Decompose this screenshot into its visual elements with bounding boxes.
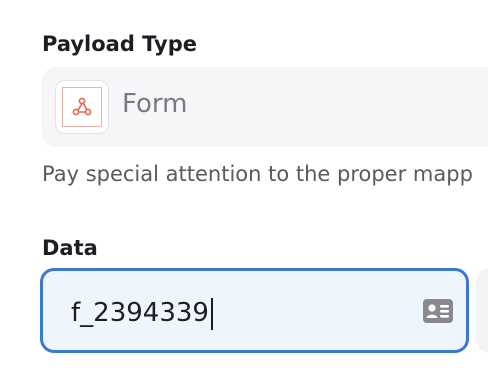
payload-type-value: Form bbox=[122, 89, 188, 119]
data-input[interactable]: f_2394339 bbox=[40, 268, 469, 353]
text-caret bbox=[210, 298, 213, 330]
data-input-value-wrap: f_2394339 bbox=[71, 298, 213, 330]
help-text: Pay special attention to the proper mapp bbox=[42, 162, 473, 186]
payload-type-select[interactable]: Form bbox=[42, 67, 488, 147]
data-label: Data bbox=[42, 236, 98, 260]
webhook-icon bbox=[62, 87, 102, 127]
data-input-value: f_2394339 bbox=[71, 298, 209, 329]
contact-card-icon[interactable] bbox=[422, 297, 454, 325]
payload-type-label: Payload Type bbox=[42, 32, 197, 56]
side-action-button[interactable] bbox=[476, 268, 488, 353]
form-panel: Payload Type Form Pay special attention … bbox=[0, 0, 488, 383]
app-icon-frame bbox=[55, 80, 109, 134]
